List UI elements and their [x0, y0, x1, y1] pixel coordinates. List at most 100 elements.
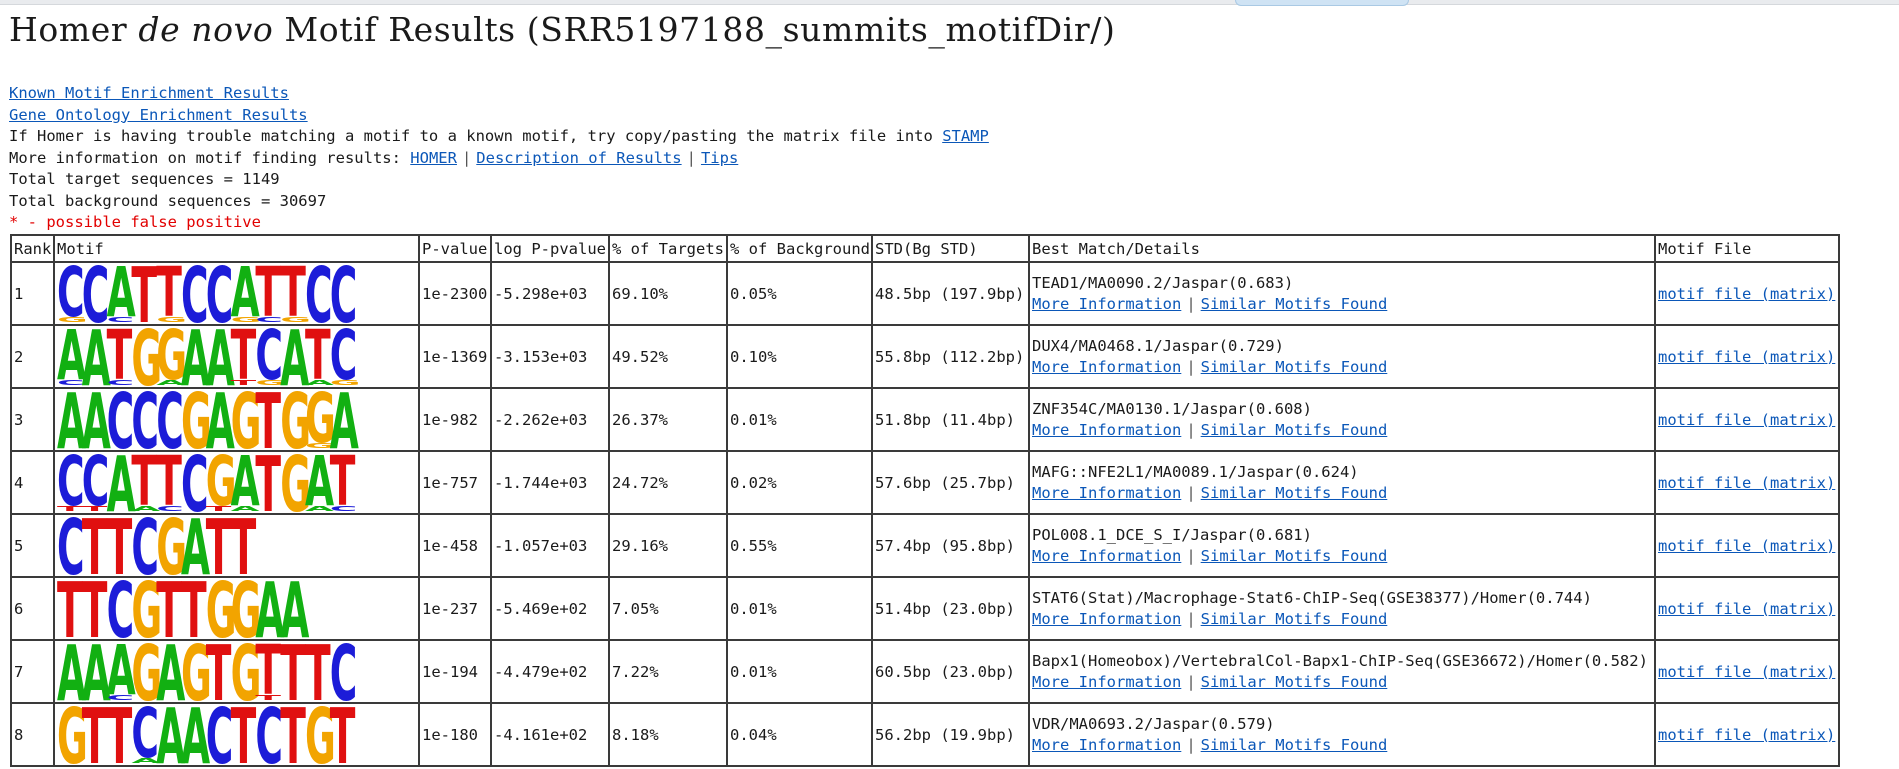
motif-file-cell: motif file (matrix) — [1654, 324, 1840, 389]
similar-motifs-link[interactable]: Similar Motifs Found — [1201, 295, 1388, 313]
tips-link[interactable]: Tips — [701, 149, 738, 167]
percent-targets-cell: 49.52% — [608, 324, 728, 389]
rank-cell: 5 — [10, 513, 55, 578]
best-match-cell: DUX4/MA0468.1/Jaspar(0.729) More Informat… — [1028, 324, 1656, 389]
separator: | — [1186, 546, 1196, 565]
similar-motifs-link[interactable]: Similar Motifs Found — [1201, 358, 1388, 376]
more-information-link[interactable]: More Information — [1032, 484, 1181, 502]
best-match-cell: Bapx1(Homeobox)/VertebralCol-Bapx1-ChIP-… — [1028, 639, 1656, 704]
page-title: Homer de novo Motif Results (SRR5197188_… — [9, 10, 1115, 49]
gene-ontology-link[interactable]: Gene Ontology Enrichment Results — [9, 106, 308, 124]
header-std: STD(Bg STD) — [871, 234, 1030, 263]
similar-motifs-link[interactable]: Similar Motifs Found — [1201, 421, 1388, 439]
motif-file-link[interactable]: motif file (matrix) — [1658, 285, 1835, 303]
best-match-cell: MAFG::NFE2L1/MA0089.1/Jaspar(0.624) More … — [1028, 450, 1656, 515]
known-motif-link[interactable]: Known Motif Enrichment Results — [9, 84, 289, 102]
motif-letter-t: T — [57, 505, 83, 513]
table-row: 7 A A A C G A G T G T T T T C 1e-194 -4.479e+02 7.22% 0.01… — [10, 639, 1840, 704]
motif-logo: AACCCGAGT GGGA — [57, 389, 359, 450]
motif-letter-c: C — [181, 263, 209, 324]
motif-file-link[interactable]: motif file (matrix) — [1658, 600, 1835, 618]
header-pvalue: P-value — [418, 234, 492, 263]
more-information-link[interactable]: More Information — [1032, 421, 1181, 439]
motif-letter-c: C — [255, 316, 283, 324]
motif-letter-t: T — [107, 704, 133, 765]
motif-letter-t: T — [280, 704, 306, 765]
more-information-link[interactable]: More Information — [1032, 673, 1181, 691]
pvalue-cell: 1e-2300 — [418, 261, 492, 326]
similar-motifs-link[interactable]: Similar Motifs Found — [1201, 736, 1388, 754]
motif-letter-c: C — [82, 263, 110, 324]
best-match-cell: POL008.1_DCE_S_I/Jaspar(0.681) More Infor… — [1028, 513, 1656, 578]
more-information-link[interactable]: More Information — [1032, 295, 1181, 313]
percent-background-cell: 0.01% — [726, 639, 873, 704]
table-header-row: Rank Motif P-value log P-pvalue % of Tar… — [10, 234, 1840, 263]
motif-letter-t: T — [206, 515, 232, 576]
percent-targets-cell: 8.18% — [608, 702, 728, 767]
best-match-links: More Information | Similar Motifs Found — [1032, 483, 1653, 504]
motif-file-link[interactable]: motif file (matrix) — [1658, 474, 1835, 492]
motif-letter-t: T — [255, 389, 281, 450]
motif-letter-t: T — [82, 704, 108, 765]
motif-letter-t: T — [305, 641, 331, 702]
motif-letter-c: C — [305, 263, 333, 324]
motif-letter-t: T — [231, 704, 257, 765]
pvalue-cell: 1e-180 — [418, 702, 492, 767]
motif-letter-t: T — [231, 379, 257, 387]
percent-targets-cell: 24.72% — [608, 450, 728, 515]
motif-letter-c: C — [107, 389, 135, 450]
std-cell: 51.8bp (11.4bp) — [871, 387, 1030, 452]
best-match-text: TEAD1/MA0090.2/Jaspar(0.683) — [1032, 273, 1294, 292]
rank-cell: 6 — [10, 576, 55, 641]
browser-top-strip — [0, 0, 1899, 6]
log-pvalue-cell: -2.262e+03 — [490, 387, 610, 452]
table-row: 8 G T T C A A A C T C T G T 1e-180 -4.161e+02 8.18% 0.04%… — [10, 702, 1840, 767]
best-match-links: More Information | Similar Motifs Found — [1032, 546, 1653, 567]
motif-letter-t: T — [156, 263, 182, 324]
motif-file-link[interactable]: motif file (matrix) — [1658, 348, 1835, 366]
similar-motifs-link[interactable]: Similar Motifs Found — [1201, 484, 1388, 502]
best-match-text: VDR/MA0693.2/Jaspar(0.579) — [1032, 714, 1275, 733]
best-match-cell: VDR/MA0693.2/Jaspar(0.579) More Informati… — [1028, 702, 1656, 767]
more-information-link[interactable]: More Information — [1032, 736, 1181, 754]
more-information-link[interactable]: More Information — [1032, 610, 1181, 628]
best-match-cell: TEAD1/MA0090.2/Jaspar(0.683) More Informa… — [1028, 261, 1656, 326]
separator: | — [1186, 609, 1196, 628]
motif-letter-t: T — [206, 641, 232, 702]
motif-file-link[interactable]: motif file (matrix) — [1658, 411, 1835, 429]
motif-letter-t: T — [305, 326, 331, 387]
motif-letter-t: T — [181, 578, 207, 639]
table-row: 1 C G C A C T T G C C A G T C T G C C 1e-2300 -5.298e+03 69.1… — [10, 261, 1840, 326]
similar-motifs-link[interactable]: Similar Motifs Found — [1201, 673, 1388, 691]
go-link-row: Gene Ontology Enrichment Results — [9, 105, 989, 127]
stamp-link[interactable]: STAMP — [942, 127, 989, 145]
best-match-cell: ZNF354C/MA0130.1/Jaspar(0.608) More Infor… — [1028, 387, 1656, 452]
similar-motifs-link[interactable]: Similar Motifs Found — [1201, 610, 1388, 628]
log-pvalue-cell: -4.161e+02 — [490, 702, 610, 767]
header-motif-file: Motif File — [1654, 234, 1840, 263]
percent-background-cell: 0.10% — [726, 324, 873, 389]
stamp-row: If Homer is having trouble matching a mo… — [9, 126, 989, 148]
homer-link[interactable]: HOMER — [410, 149, 457, 167]
motif-logo-cell: GTTCAAACTCTGT — [53, 702, 420, 767]
best-match-text: POL008.1_DCE_S_I/Jaspar(0.681) — [1032, 525, 1312, 544]
motif-file-link[interactable]: motif file (matrix) — [1658, 537, 1835, 555]
motif-letter-c: C — [156, 505, 184, 513]
motif-file-cell: motif file (matrix) — [1654, 261, 1840, 326]
motif-file-link[interactable]: motif file (matrix) — [1658, 726, 1835, 744]
motif-letter-t: T — [82, 515, 108, 576]
best-match-links: More Information | Similar Motifs Found — [1032, 294, 1653, 315]
browser-tab-indicator[interactable] — [1235, 0, 1409, 6]
motif-letter-c: C — [206, 263, 234, 324]
rank-cell: 2 — [10, 324, 55, 389]
motif-file-link[interactable]: motif file (matrix) — [1658, 663, 1835, 681]
motif-letter-t: T — [82, 578, 108, 639]
description-link[interactable]: Description of Results — [476, 149, 681, 167]
motif-letter-t: T — [330, 452, 356, 513]
more-information-link[interactable]: More Information — [1032, 358, 1181, 376]
motif-letter-t: T — [107, 326, 133, 387]
separator: | — [1186, 294, 1196, 313]
std-cell: 57.4bp (95.8bp) — [871, 513, 1030, 578]
similar-motifs-link[interactable]: Similar Motifs Found — [1201, 547, 1388, 565]
more-information-link[interactable]: More Information — [1032, 547, 1181, 565]
